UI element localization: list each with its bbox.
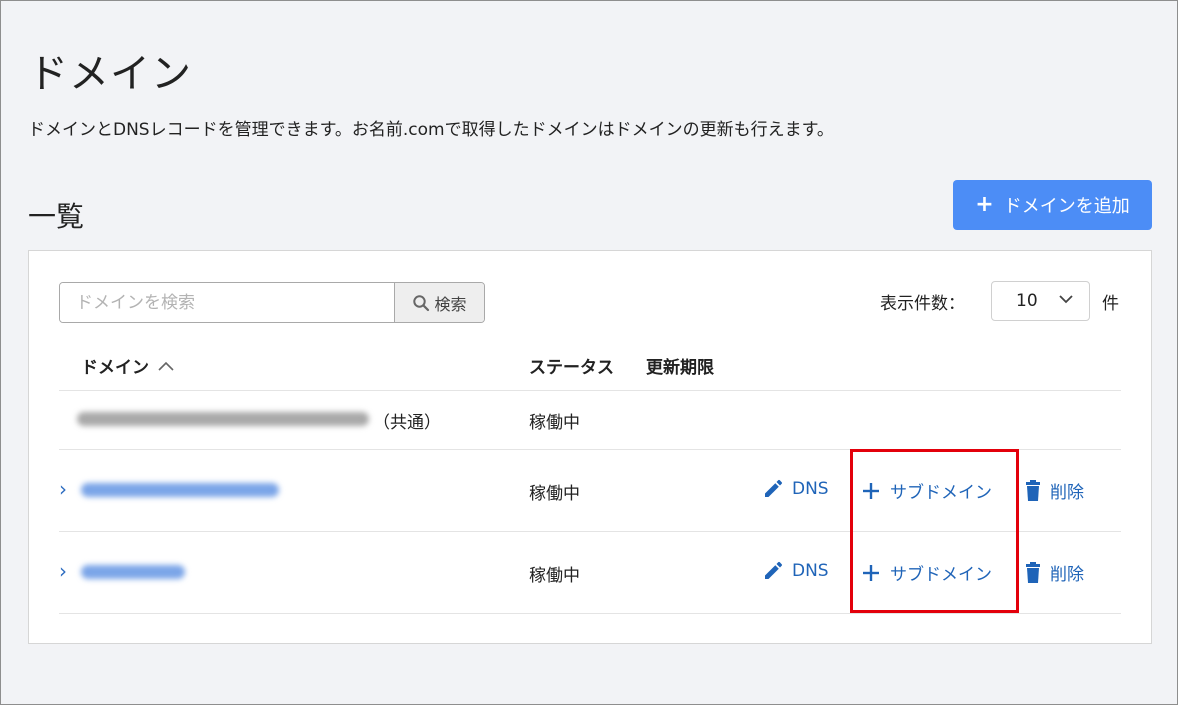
status-text: 稼働中	[529, 413, 580, 433]
delete-link-label: 削除	[1050, 565, 1084, 585]
expand-chevron-icon[interactable]: ›	[59, 477, 67, 501]
search-input[interactable]	[60, 283, 394, 322]
row-divider	[59, 613, 1121, 614]
sort-asc-icon	[158, 361, 174, 371]
search-button[interactable]: 検索	[394, 283, 484, 322]
add-domain-button[interactable]: + ドメインを追加	[953, 180, 1152, 230]
expand-chevron-icon[interactable]: ›	[59, 559, 67, 583]
status-text: 稼働中	[529, 484, 580, 504]
column-label-renewal: 更新期限	[646, 358, 714, 378]
dns-link-label: DNS	[792, 561, 829, 581]
column-label-domain: ドメイン	[81, 358, 149, 378]
column-header-renewal: 更新期限	[646, 353, 714, 378]
delete-link[interactable]: 削除	[1024, 560, 1084, 585]
app-frame: ドメイン ドメインとDNSレコードを管理できます。お名前.comで取得したドメイ…	[0, 0, 1178, 705]
column-header-status: ステータス	[529, 353, 614, 378]
domain-name-redacted	[77, 412, 369, 426]
section-title: 一覧	[28, 200, 85, 233]
page-description: ドメインとDNSレコードを管理できます。お名前.comで取得したドメインはドメイ…	[28, 120, 834, 140]
per-page-select[interactable]: 10	[991, 281, 1090, 321]
dns-link-label: DNS	[792, 479, 829, 499]
plus-icon: +	[975, 192, 994, 217]
column-header-domain[interactable]: ドメイン	[81, 353, 175, 378]
dns-link[interactable]: DNS	[762, 560, 829, 582]
trash-icon	[1026, 561, 1040, 583]
per-page-value: 10	[1016, 291, 1038, 311]
page-title: ドメイン	[28, 51, 192, 97]
domain-name-redacted[interactable]	[81, 483, 279, 497]
pencil-icon	[765, 479, 783, 497]
per-page-label: 表示件数：	[880, 294, 965, 314]
chevron-down-icon	[1059, 295, 1073, 304]
pencil-icon	[765, 561, 783, 579]
domain-suffix: （共通）	[373, 413, 441, 433]
per-page-unit: 件	[1102, 294, 1119, 314]
delete-link-label: 削除	[1050, 483, 1084, 503]
status-text: 稼働中	[529, 566, 580, 586]
delete-link[interactable]: 削除	[1024, 478, 1084, 503]
search-box: 検索	[59, 282, 485, 323]
column-label-status: ステータス	[529, 358, 614, 378]
domain-name-redacted[interactable]	[81, 565, 185, 579]
add-domain-label: ドメインを追加	[1003, 196, 1130, 217]
search-icon	[413, 294, 430, 311]
trash-icon	[1026, 479, 1040, 501]
header-divider	[59, 390, 1121, 391]
dns-link[interactable]: DNS	[762, 478, 829, 500]
search-button-label: 検索	[434, 294, 467, 314]
subdomain-highlight-box	[850, 449, 1019, 613]
